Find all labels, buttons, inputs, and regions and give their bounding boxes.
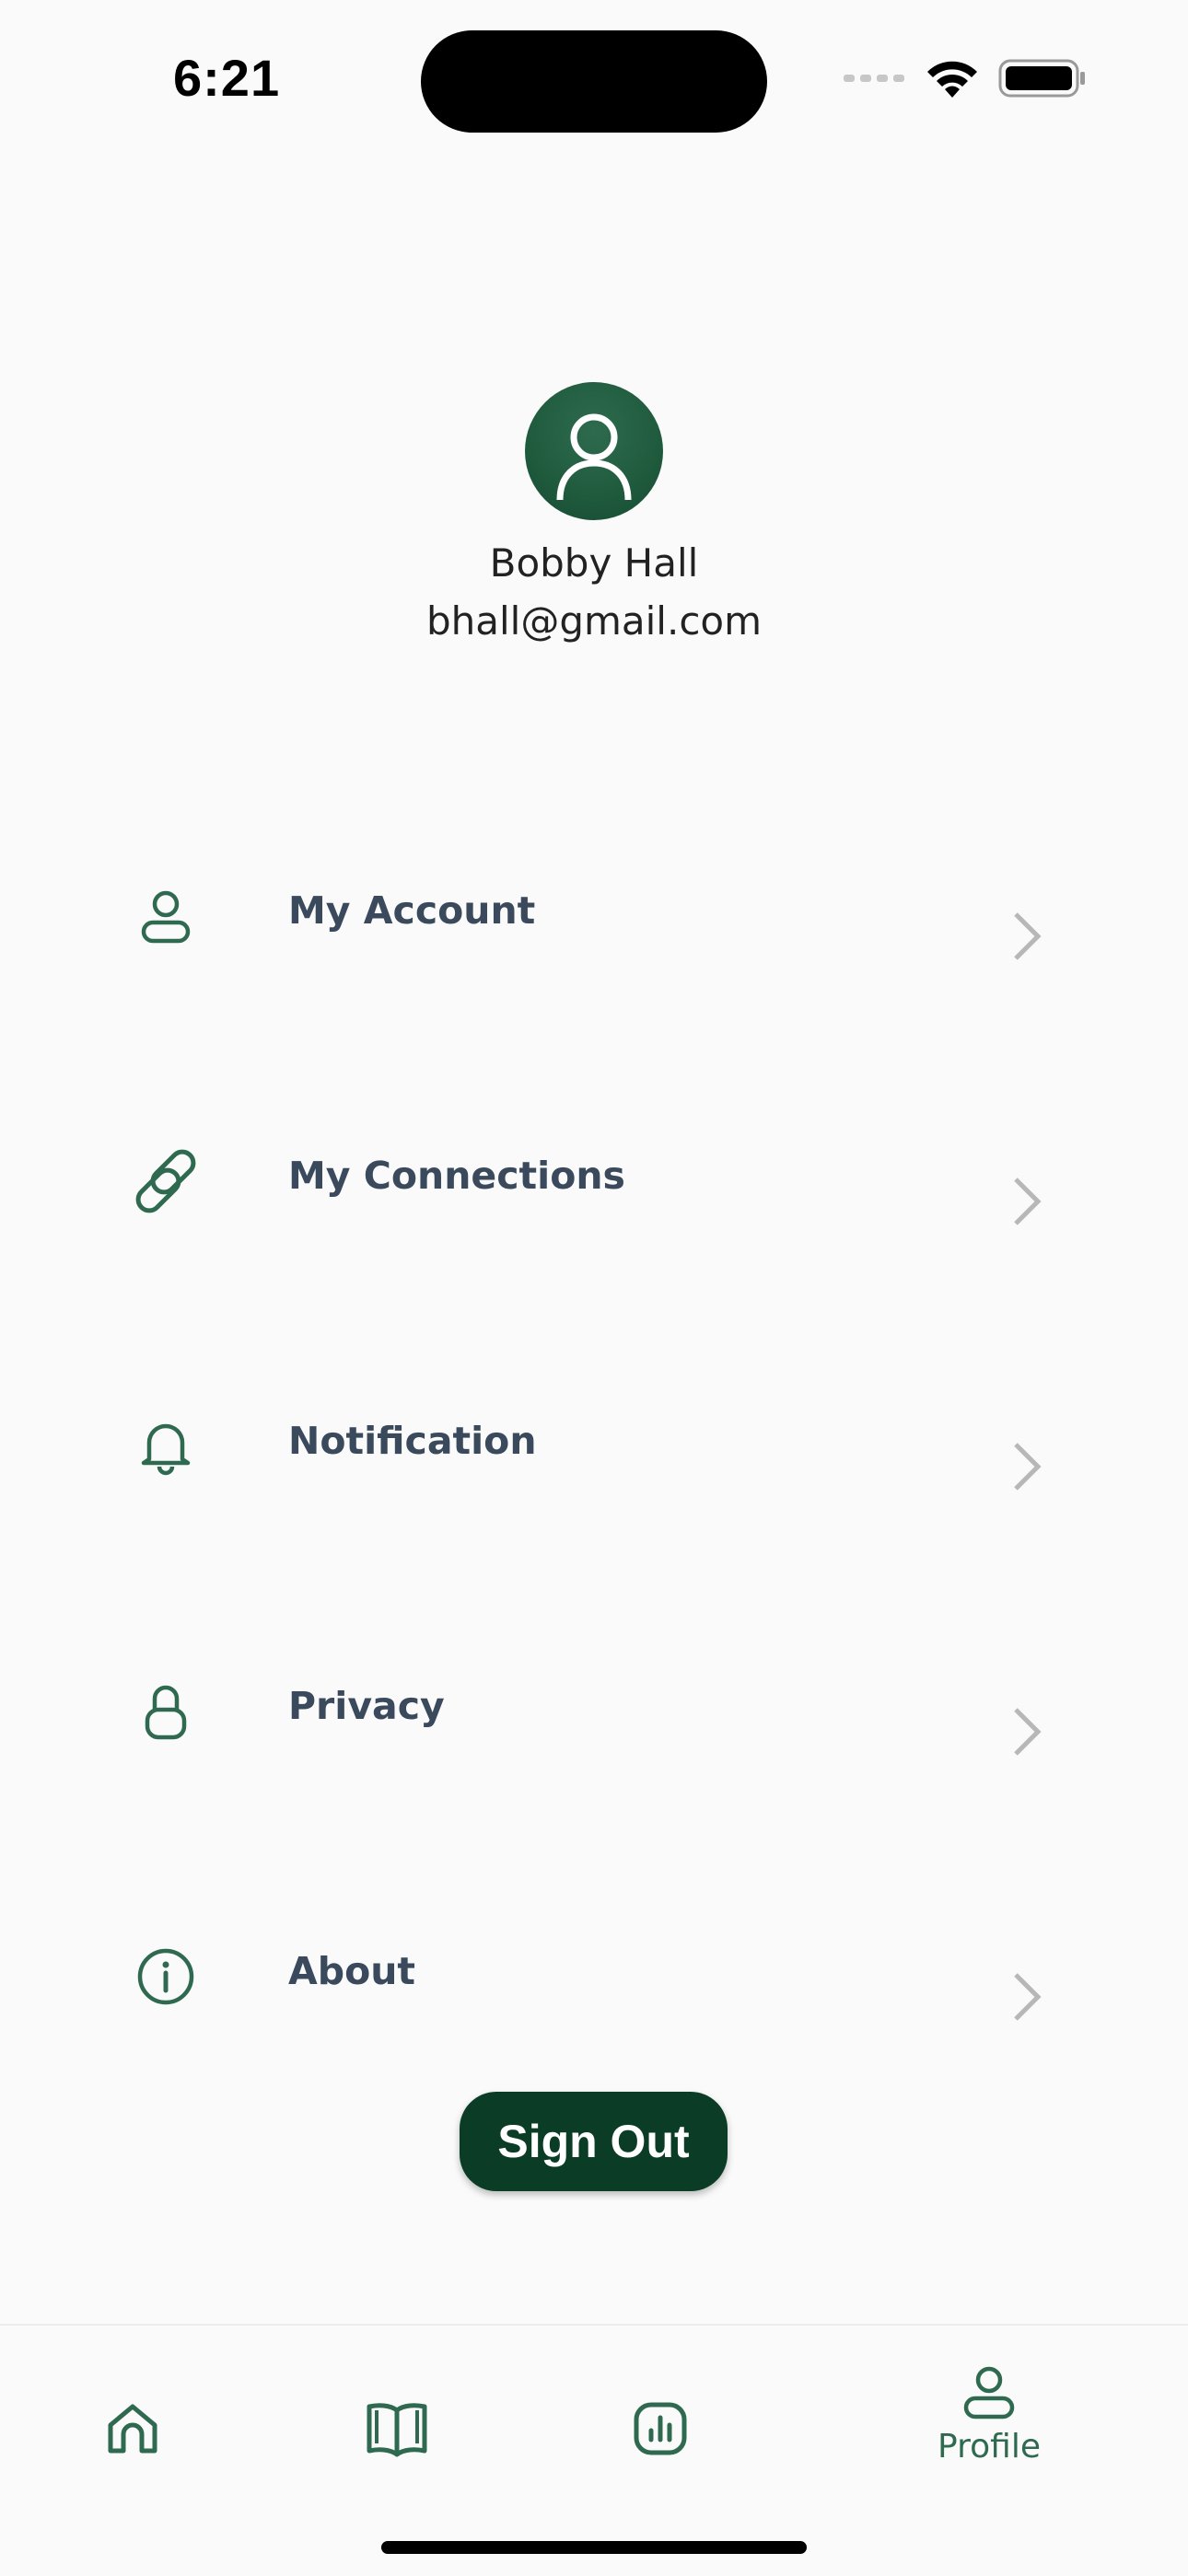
tab-home[interactable] — [59, 2353, 206, 2491]
menu-item-about[interactable]: About — [0, 1912, 1188, 2032]
dynamic-island — [421, 30, 767, 133]
wifi-icon — [925, 57, 980, 104]
profile-header: Bobby Hall bhall@gmail.com — [0, 382, 1188, 644]
tab-profile-label: Profile — [938, 2428, 1041, 2466]
menu-label-my-connections: My Connections — [288, 1154, 625, 1198]
chevron-right-icon — [1008, 1969, 1045, 2025]
chevron-right-icon — [1008, 1174, 1045, 1229]
chevron-right-icon — [1008, 1439, 1045, 1494]
avatar — [525, 382, 663, 520]
status-bar: 6:21 — [0, 0, 1188, 138]
status-icons — [844, 57, 1087, 103]
tab-bar: Profile — [0, 2324, 1188, 2576]
chevron-right-icon — [1008, 1704, 1045, 1759]
info-icon — [129, 1940, 203, 2013]
menu-item-privacy[interactable]: Privacy — [0, 1647, 1188, 1767]
signal-icon — [844, 72, 906, 89]
tab-library[interactable] — [323, 2353, 471, 2491]
chevron-right-icon — [1008, 909, 1045, 964]
menu-item-my-connections[interactable]: My Connections — [0, 1117, 1188, 1236]
user-icon — [129, 879, 203, 953]
book-icon — [367, 2403, 427, 2457]
menu-label-my-account: My Account — [288, 888, 536, 933]
menu-item-my-account[interactable]: My Account — [0, 852, 1188, 971]
profile-icon — [963, 2366, 1015, 2419]
bell-icon — [129, 1410, 203, 1483]
sign-out-button[interactable]: Sign Out — [460, 2092, 728, 2191]
menu-item-notification[interactable]: Notification — [0, 1382, 1188, 1502]
home-icon — [108, 2404, 157, 2454]
tab-profile[interactable]: Profile — [915, 2353, 1063, 2491]
user-name: Bobby Hall — [489, 540, 699, 586]
link-icon — [129, 1144, 203, 1218]
status-time: 6:21 — [173, 49, 281, 107]
user-email: bhall@gmail.com — [425, 598, 763, 644]
menu-label-privacy: Privacy — [288, 1684, 445, 1728]
lock-icon — [129, 1675, 203, 1748]
battery-icon — [998, 57, 1087, 104]
chart-icon — [634, 2402, 687, 2455]
home-indicator — [381, 2541, 807, 2554]
avatar-person-icon — [556, 413, 632, 501]
menu-label-about: About — [288, 1949, 416, 1993]
menu-label-notification: Notification — [288, 1419, 537, 1463]
tab-stats[interactable] — [587, 2353, 734, 2491]
